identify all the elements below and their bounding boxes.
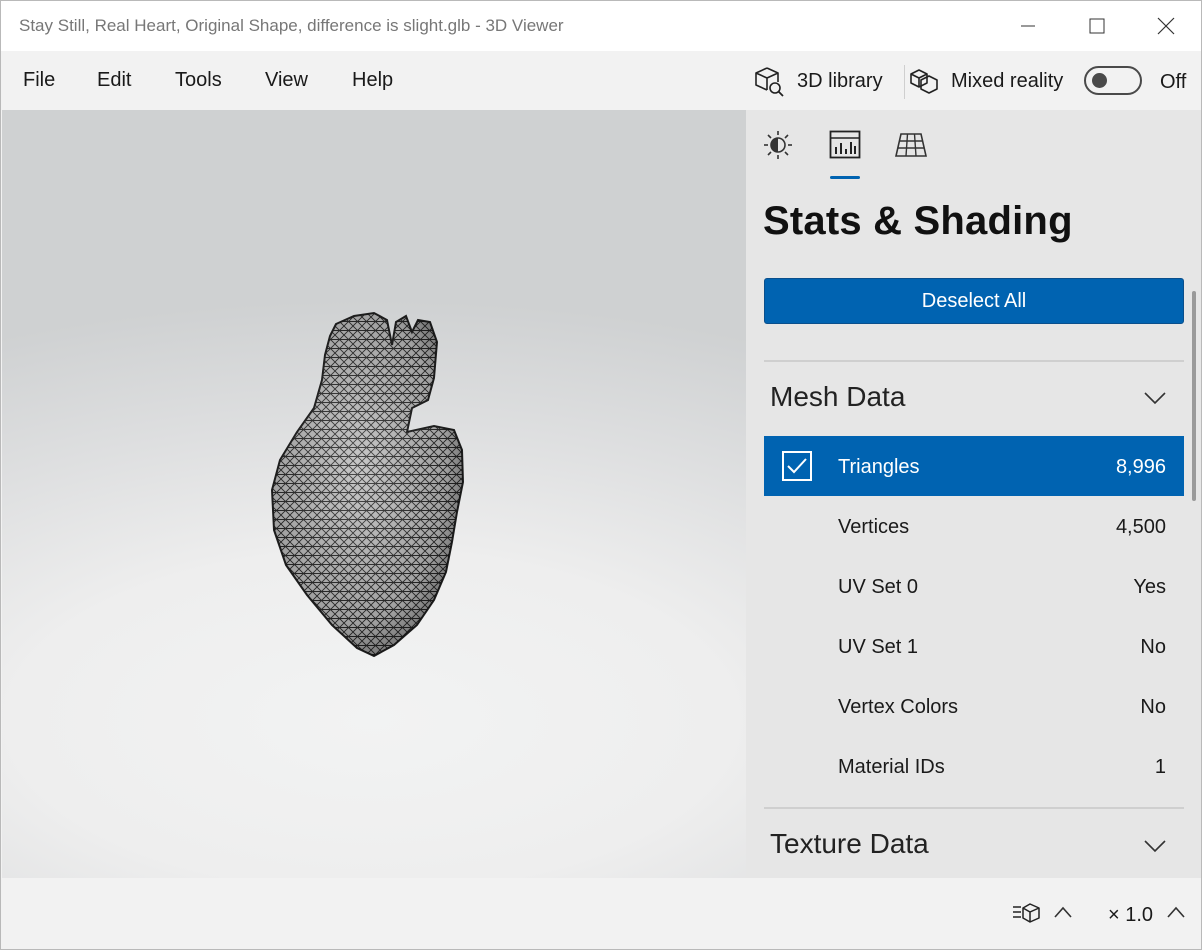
- animation-list-icon[interactable]: [1012, 902, 1042, 924]
- menu-file[interactable]: File: [23, 69, 55, 92]
- section-divider: [764, 360, 1184, 362]
- cube-search-icon: [755, 67, 784, 97]
- toggle-state-label: Off: [1160, 71, 1187, 93]
- menu-tools[interactable]: Tools: [175, 69, 222, 92]
- mesh-row-vertices[interactable]: Vertices 4,500: [764, 496, 1184, 556]
- grid-tab[interactable]: [889, 125, 933, 165]
- menu-edit[interactable]: Edit: [97, 69, 131, 92]
- row-value: No: [1140, 696, 1166, 718]
- stats-icon: [829, 130, 861, 159]
- checkmark-icon: [787, 458, 807, 474]
- chevron-down-icon[interactable]: [1144, 839, 1166, 853]
- toggle-knob: [1092, 73, 1107, 88]
- maximize-button[interactable]: [1063, 1, 1131, 51]
- panel-title: Stats & Shading: [763, 199, 1073, 243]
- mesh-row-triangles[interactable]: Triangles 8,996: [764, 436, 1184, 496]
- menu-bar: File Edit Tools View Help 3D library Mix…: [1, 51, 1201, 110]
- mesh-row-material-ids[interactable]: Material IDs 1: [764, 736, 1184, 796]
- chevron-up-icon[interactable]: [1054, 906, 1072, 918]
- row-value: 4,500: [1115, 516, 1166, 538]
- maximize-icon: [1089, 18, 1105, 34]
- texture-data-header[interactable]: Texture Data: [770, 828, 929, 860]
- active-tab-indicator: [830, 176, 860, 179]
- 3d-library-label: 3D library: [797, 69, 883, 92]
- row-label: UV Set 0: [838, 576, 919, 598]
- mixed-reality-label: Mixed reality: [951, 69, 1064, 92]
- row-label: Vertices: [838, 516, 910, 538]
- row-label: UV Set 1: [838, 636, 919, 658]
- row-value: No: [1140, 636, 1166, 658]
- title-bar: Stay Still, Real Heart, Original Shape, …: [1, 1, 1201, 51]
- row-value: Yes: [1133, 576, 1166, 598]
- close-icon: [1157, 17, 1175, 35]
- section-divider: [764, 807, 1184, 809]
- chevron-down-icon[interactable]: [1144, 391, 1166, 405]
- heart-model[interactable]: [2, 110, 746, 878]
- grid-icon: [895, 133, 927, 157]
- row-label: Triangles: [838, 456, 920, 478]
- 3d-viewport[interactable]: [2, 110, 746, 878]
- sun-icon: [764, 131, 792, 159]
- 3d-library-button[interactable]: 3D library: [753, 61, 883, 101]
- menu-view[interactable]: View: [265, 69, 308, 92]
- window-title: Stay Still, Real Heart, Original Shape, …: [19, 16, 564, 35]
- toolbar-divider: [904, 65, 905, 99]
- mixed-reality-button[interactable]: Mixed reality: [909, 61, 1063, 101]
- mesh-row-uv-set-1[interactable]: UV Set 1 No: [764, 616, 1184, 676]
- row-label: Material IDs: [838, 756, 945, 778]
- app-window: Stay Still, Real Heart, Original Shape, …: [0, 0, 1202, 950]
- row-label: Vertex Colors: [838, 696, 959, 718]
- close-button[interactable]: [1132, 1, 1200, 51]
- deselect-all-button[interactable]: Deselect All: [764, 278, 1184, 324]
- mixed-reality-toggle[interactable]: [1084, 66, 1142, 95]
- mesh-row-vertex-colors[interactable]: Vertex Colors No: [764, 676, 1184, 736]
- lighting-tab[interactable]: [756, 125, 800, 165]
- menu-help[interactable]: Help: [352, 69, 393, 92]
- minimize-button[interactable]: [994, 1, 1062, 51]
- panel-scrollbar[interactable]: [1192, 291, 1196, 501]
- chevron-up-icon[interactable]: [1167, 906, 1185, 918]
- zoom-level: × 1.0: [1108, 904, 1154, 926]
- checkbox[interactable]: [782, 451, 812, 481]
- mesh-data-header[interactable]: Mesh Data: [770, 381, 905, 413]
- mixed-reality-icon: [910, 69, 938, 94]
- row-value: 1: [1154, 756, 1166, 778]
- minimize-icon: [1021, 25, 1035, 27]
- mesh-row-uv-set-0[interactable]: UV Set 0 Yes: [764, 556, 1184, 616]
- stats-tab[interactable]: [823, 125, 867, 165]
- row-value: 8,996: [1115, 456, 1166, 478]
